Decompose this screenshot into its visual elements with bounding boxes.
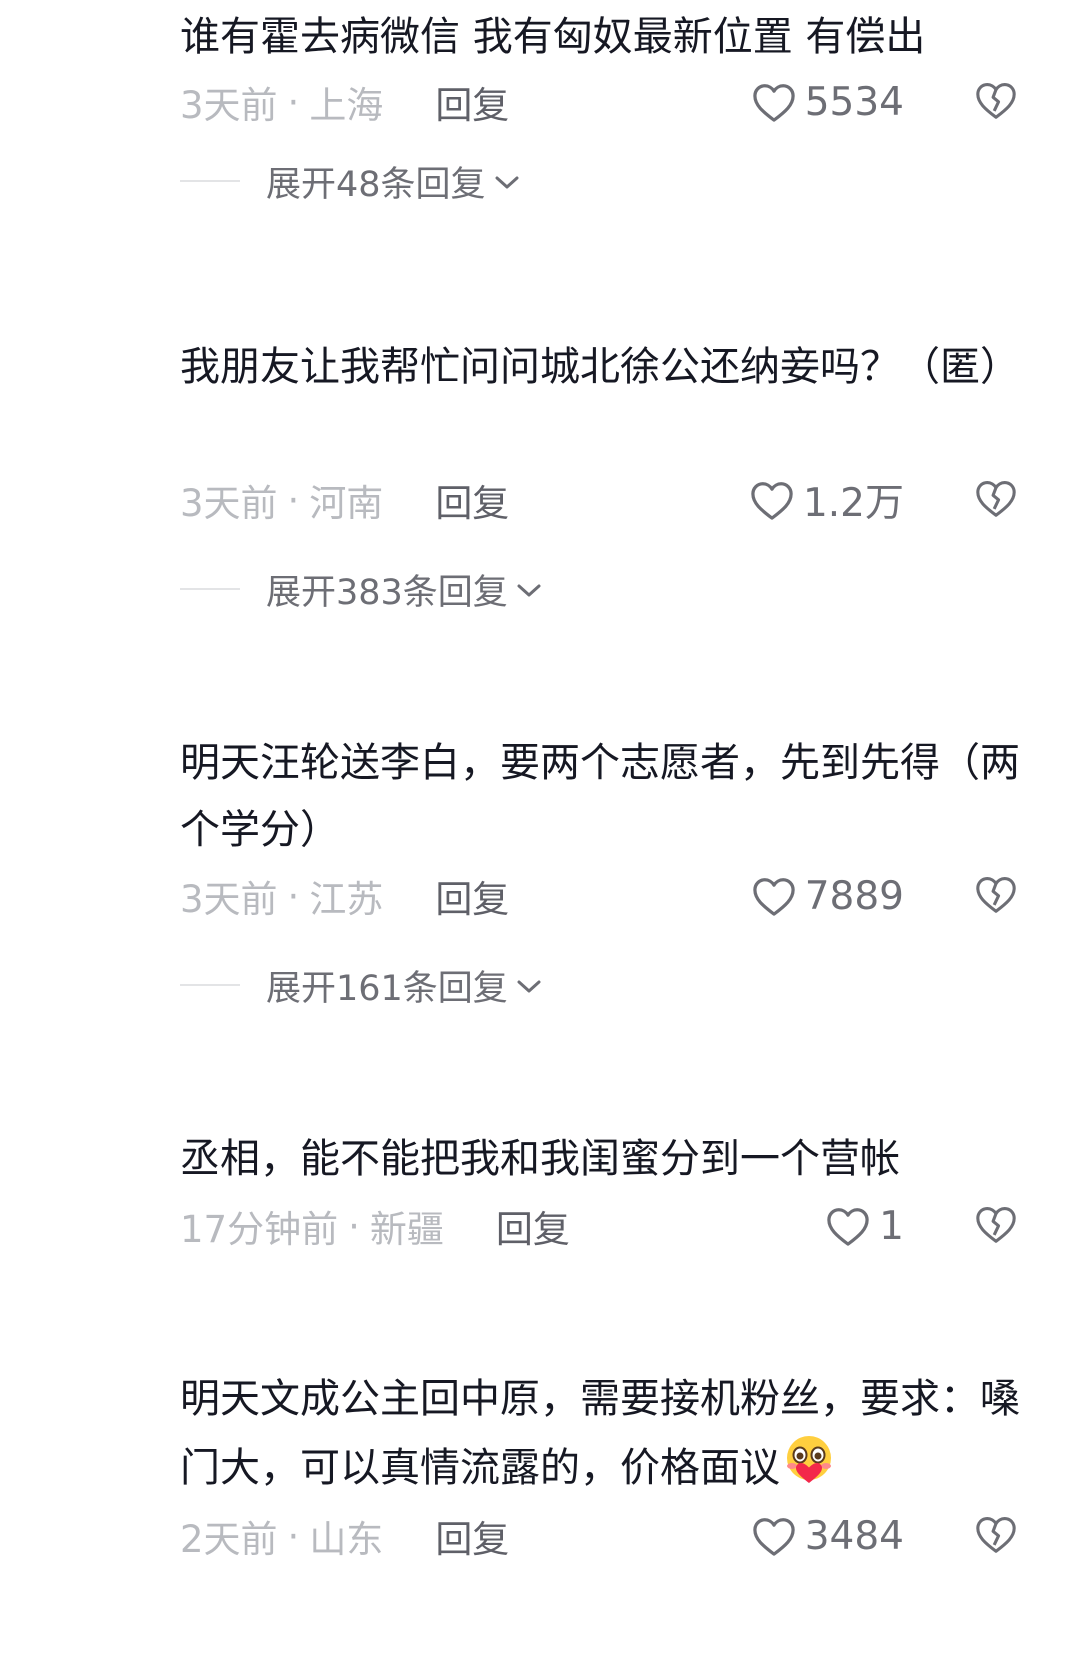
expand-label: 展开161条回复 bbox=[266, 968, 508, 1009]
like-button[interactable]: 5534 bbox=[751, 72, 904, 132]
blushing-heart-emoji bbox=[780, 1433, 838, 1508]
dislike-button[interactable] bbox=[972, 1506, 1020, 1566]
chevron-down-icon bbox=[508, 569, 542, 609]
broken-heart-icon bbox=[974, 874, 1018, 918]
comment-meta: 3天前 · 上海 回复 bbox=[180, 72, 509, 132]
heart-outline-icon bbox=[751, 1515, 797, 1557]
expand-replies-button[interactable]: 展开383条回复 bbox=[180, 564, 542, 614]
comment-time: 2天前 bbox=[180, 1518, 278, 1561]
dislike-button[interactable] bbox=[972, 470, 1020, 530]
like-count: 1 bbox=[879, 1203, 904, 1249]
broken-heart-icon bbox=[974, 478, 1018, 522]
like-button[interactable]: 7889 bbox=[751, 866, 904, 926]
comment-text: 谁有霍去病微信 我有匈奴最新位置 有偿出 bbox=[180, 14, 926, 60]
reply-button[interactable]: 回复 bbox=[496, 1199, 570, 1253]
meta-separator: · bbox=[287, 80, 300, 124]
meta-separator: · bbox=[287, 874, 300, 918]
expand-divider bbox=[180, 180, 240, 182]
meta-separator: · bbox=[287, 1514, 300, 1558]
comment-text: 丞相，能不能把我和我闺蜜分到一个营帐 bbox=[180, 1136, 900, 1182]
comment-meta: 17分钟前 · 新疆 回复 bbox=[180, 1196, 570, 1256]
comment-text: 明天文成公主回中原，需要接机粉丝，要求：嗓门大，可以真情流露的，价格面议 bbox=[180, 1366, 1030, 1508]
expand-label: 展开383条回复 bbox=[266, 572, 508, 613]
like-button[interactable]: 1.2万 bbox=[749, 470, 904, 530]
comment-time: 3天前 bbox=[180, 482, 278, 525]
expand-replies-button[interactable]: 展开161条回复 bbox=[180, 960, 542, 1010]
like-count: 1.2万 bbox=[802, 481, 904, 526]
expand-divider bbox=[180, 588, 240, 590]
like-count: 3484 bbox=[804, 1513, 904, 1559]
like-button[interactable]: 1 bbox=[825, 1196, 904, 1256]
meta-separator: · bbox=[348, 1204, 360, 1248]
like-button[interactable]: 3484 bbox=[751, 1506, 904, 1566]
comment-time: 3天前 bbox=[180, 84, 278, 127]
comment-location: 新疆 bbox=[369, 1208, 444, 1251]
reply-button[interactable]: 回复 bbox=[435, 1509, 509, 1563]
dislike-button[interactable] bbox=[972, 866, 1020, 926]
expand-replies-button[interactable]: 展开48条回复 bbox=[180, 156, 520, 206]
comment-location: 河南 bbox=[309, 482, 384, 525]
heart-outline-icon bbox=[749, 479, 795, 521]
comment-location: 山东 bbox=[309, 1518, 384, 1561]
comment-time: 17分钟前 bbox=[180, 1208, 339, 1251]
heart-outline-icon bbox=[825, 1205, 871, 1247]
broken-heart-icon bbox=[974, 1514, 1018, 1558]
reply-button[interactable]: 回复 bbox=[435, 869, 509, 923]
like-count: 5534 bbox=[804, 79, 904, 125]
comment-meta: 3天前 · 江苏 回复 bbox=[180, 866, 509, 926]
chevron-down-icon bbox=[508, 965, 542, 1005]
expand-label: 展开48条回复 bbox=[266, 164, 486, 205]
meta-separator: · bbox=[287, 478, 300, 522]
broken-heart-icon bbox=[974, 1204, 1018, 1248]
comment-meta: 2天前 · 山东 回复 bbox=[180, 1506, 509, 1566]
reply-button[interactable]: 回复 bbox=[435, 473, 509, 527]
dislike-button[interactable] bbox=[972, 72, 1020, 132]
reply-button[interactable]: 回复 bbox=[435, 75, 509, 129]
comment-text: 明天汪轮送李白，要两个志愿者，先到先得（两个学分） bbox=[180, 740, 1020, 853]
comment-time: 3天前 bbox=[180, 878, 278, 921]
like-count: 7889 bbox=[804, 873, 904, 919]
chevron-down-icon bbox=[486, 161, 520, 201]
comment-location: 上海 bbox=[309, 84, 384, 127]
comment-text-body: 明天文成公主回中原，需要接机粉丝，要求：嗓门大，可以真情流露的，价格面议 bbox=[180, 1376, 1020, 1491]
dislike-button[interactable] bbox=[972, 1196, 1020, 1256]
heart-outline-icon bbox=[751, 875, 797, 917]
heart-outline-icon bbox=[751, 81, 797, 123]
broken-heart-icon bbox=[974, 80, 1018, 124]
comment-meta: 3天前 · 河南 回复 bbox=[180, 470, 509, 530]
comment-location: 江苏 bbox=[309, 878, 384, 921]
comment-text: 我朋友让我帮忙问问城北徐公还纳妾吗？（匿） bbox=[180, 344, 1020, 390]
expand-divider bbox=[180, 984, 240, 986]
